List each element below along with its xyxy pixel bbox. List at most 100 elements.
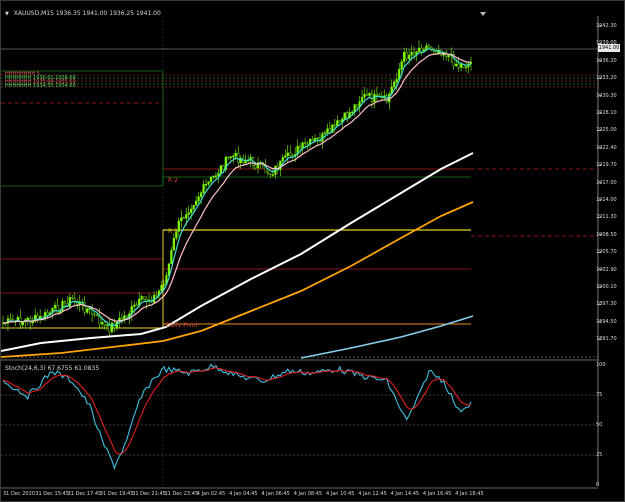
candle-body [209, 176, 213, 182]
osc-tick-label: 75 [596, 392, 603, 398]
candle-body [199, 192, 203, 197]
candle-body [46, 312, 49, 316]
candle-body [229, 156, 232, 159]
candle-body [420, 47, 423, 53]
time-tick-label: 4 Jan 14:45 [390, 491, 420, 497]
candle-body [326, 128, 329, 133]
candle-body [73, 297, 76, 302]
time-tick-label: 4 Jan 16:45 [422, 491, 452, 497]
candle-body [68, 297, 71, 307]
candle-body [135, 304, 138, 307]
candle-body [271, 174, 275, 176]
candle-body [343, 112, 346, 120]
candle-body [365, 93, 369, 96]
price-tick-label: 1900.10 [596, 284, 617, 290]
price-tick-label: 1930.30 [596, 92, 617, 99]
time-tick-label: 31 Dec 17:45 [67, 491, 102, 497]
candle-body [182, 217, 185, 219]
price-tick-label: 1894.50 [596, 318, 617, 325]
candle-body [172, 237, 175, 251]
time-tick-label: 31 Dec 21:45 [132, 491, 166, 497]
price-tick-label: 1922.40 [596, 144, 617, 151]
candle-body [244, 160, 247, 164]
time-tick-label: 4 Jan 10:45 [326, 491, 355, 497]
candle-body [103, 322, 106, 326]
candle-body [370, 93, 374, 103]
candle-body [204, 184, 208, 186]
candle-body [187, 212, 190, 215]
candle-body [427, 45, 431, 48]
candle-body [351, 111, 354, 114]
candle-body [447, 55, 450, 57]
candle-body [237, 152, 240, 163]
candle-body [202, 184, 205, 193]
candle-body [457, 63, 460, 68]
candle-body [400, 61, 403, 70]
candle-body [95, 314, 99, 316]
candle-body [160, 285, 163, 292]
osc-tick-label: 25 [596, 452, 603, 458]
symbol-title: ▼ XAUUSD,M15 1936.35 1941.00 1936.25 194… [5, 10, 161, 17]
candle-body [177, 220, 180, 232]
candle-body [299, 146, 302, 149]
chart-window[interactable]: ▼ XAUUSD,M15 1936.35 1941.00 1936.25 194… [0, 0, 625, 502]
price-tick-label: 1902.90 [596, 266, 617, 273]
candle-body [71, 297, 74, 299]
price-chart[interactable] [1, 1, 624, 501]
candle-body [222, 165, 225, 170]
candle-body [435, 51, 438, 54]
collapse-icon[interactable]: ▼ [5, 11, 9, 17]
price-tick-label: 1914.00 [596, 197, 617, 203]
time-tick-label: 4 Jan 06:45 [261, 491, 290, 497]
candle-body [311, 138, 314, 142]
candle-body [417, 47, 421, 52]
pivot-label-r2: R 2 [168, 177, 178, 184]
candle-body [53, 305, 57, 309]
price-tick-label: 1939.00 [596, 40, 617, 47]
price-tick-label: 1905.70 [596, 249, 617, 256]
candle-body [140, 296, 143, 300]
candle-body [100, 322, 104, 325]
price-tick-label: 1911.30 [596, 214, 617, 221]
candle-body [306, 143, 309, 145]
price-tick-label: 1891.70 [596, 336, 617, 343]
osc-tick-label: 100 [596, 362, 606, 368]
candle-body [286, 152, 289, 156]
scroll-marker [480, 12, 486, 16]
candle-body [105, 324, 109, 326]
candle-body [269, 173, 272, 175]
candle-body [355, 104, 359, 108]
candle-body [219, 165, 223, 174]
candle-body [254, 165, 257, 169]
price-tick-label: 1897.30 [596, 301, 617, 308]
candle-body [197, 196, 200, 202]
candle-body [323, 132, 327, 134]
candle-body [375, 94, 379, 96]
candle-body [410, 52, 413, 56]
candle-body [336, 120, 339, 127]
time-tick-label: 4 Jan 08:45 [293, 491, 323, 497]
candle-body [162, 284, 166, 286]
zone-label: HHHHHHH 1934.55 1934.60 [5, 83, 76, 89]
candle-body [234, 152, 237, 157]
candle-body [9, 318, 12, 320]
candle-body [192, 205, 195, 210]
ma-long-blue [300, 315, 474, 359]
candle-body [185, 214, 188, 219]
candle-body [227, 156, 230, 159]
time-tick-label: 4 Jan 12:45 [358, 491, 387, 497]
candle-body [266, 171, 270, 174]
candle-body [395, 79, 398, 83]
ma-long-orange [1, 201, 474, 358]
candle-body [133, 304, 136, 307]
candle-body [93, 313, 96, 316]
candle-body [86, 308, 89, 313]
time-tick-label: 31 Dec 2020 [3, 491, 35, 497]
candle-body [303, 142, 307, 144]
candle-body [170, 249, 173, 264]
candle-body [61, 301, 64, 312]
price-tick-label: 1908.50 [596, 231, 617, 238]
candle-body [316, 137, 319, 139]
candle-body [125, 315, 128, 318]
candle-body [207, 181, 210, 185]
